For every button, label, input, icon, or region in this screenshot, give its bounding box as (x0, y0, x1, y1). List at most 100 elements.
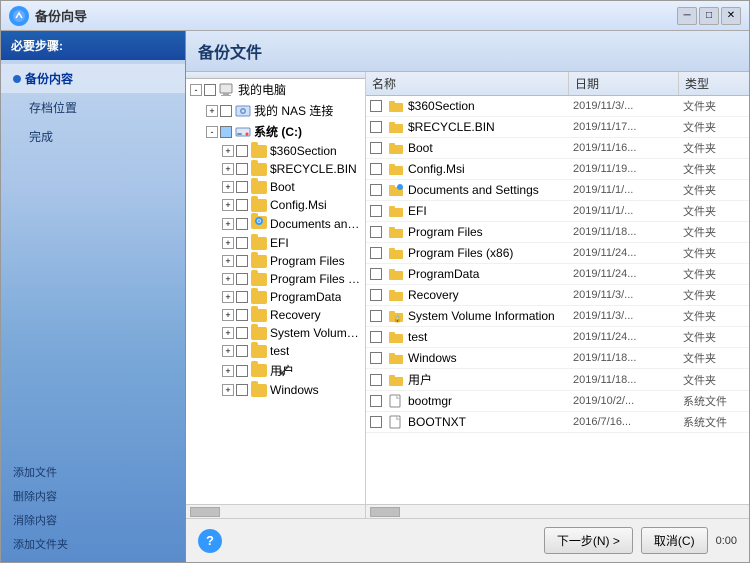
file-row-checkbox[interactable] (370, 289, 382, 301)
expand-program-files[interactable]: + (222, 255, 234, 267)
expand-system-c[interactable]: - (206, 126, 218, 138)
tree-item-config-msi[interactable]: + Config.Msi (186, 196, 365, 214)
minimize-button[interactable]: ─ (677, 7, 697, 25)
file-h-scroll[interactable] (366, 504, 749, 518)
expand-users[interactable]: + (222, 365, 234, 377)
checkbox-efi[interactable] (236, 237, 248, 249)
sidebar-item-storage-location[interactable]: 存档位置 (1, 93, 185, 122)
expand-nas[interactable]: + (206, 105, 218, 117)
checkbox-windows[interactable] (236, 384, 248, 396)
expand-program-files-x86[interactable]: + (222, 273, 234, 285)
file-list-row[interactable]: 🔒System Volume Information2019/11/3/...文… (366, 306, 749, 327)
file-list-row[interactable]: Program Files2019/11/18...文件夹 (366, 222, 749, 243)
file-list-row[interactable]: test2019/11/24...文件夹 (366, 327, 749, 348)
file-row-checkbox[interactable] (370, 163, 382, 175)
tree-item-programdata[interactable]: + ProgramData (186, 288, 365, 306)
file-row-checkbox[interactable] (370, 395, 382, 407)
expand-my-computer[interactable]: - (190, 84, 202, 96)
expand-windows[interactable]: + (222, 384, 234, 396)
tree-item-boot[interactable]: + Boot (186, 178, 365, 196)
tree-content[interactable]: - 我的电脑 (186, 79, 365, 504)
tree-item-documents[interactable]: + ⚙ Documents and Se... (186, 214, 365, 234)
checkbox-recovery[interactable] (236, 309, 248, 321)
tree-item-my-computer[interactable]: - 我的电脑 (186, 79, 365, 100)
checkbox-program-files[interactable] (236, 255, 248, 267)
checkbox-program-files-x86[interactable] (236, 273, 248, 285)
checkbox-boot[interactable] (236, 181, 248, 193)
checkbox-system-c[interactable] (220, 126, 232, 138)
file-row-checkbox[interactable] (370, 374, 382, 386)
checkbox-system-volume[interactable] (236, 327, 248, 339)
file-list-row[interactable]: Windows2019/11/18...文件夹 (366, 348, 749, 369)
maximize-button[interactable]: □ (699, 7, 719, 25)
next-button[interactable]: 下一步(N) > (544, 527, 633, 554)
file-row-checkbox[interactable] (370, 142, 382, 154)
file-row-checkbox[interactable] (370, 268, 382, 280)
file-row-checkbox[interactable] (370, 331, 382, 343)
file-row-checkbox[interactable] (370, 310, 382, 322)
sidebar-item-complete[interactable]: 完成 (1, 122, 185, 151)
file-list-row[interactable]: Program Files (x86)2019/11/24...文件夹 (366, 243, 749, 264)
file-list-row[interactable]: 用户2019/11/18...文件夹 (366, 369, 749, 391)
tree-item-nas[interactable]: + 我的 NAS 连接 (186, 100, 365, 121)
file-list-row[interactable]: $RECYCLE.BIN2019/11/17...文件夹 (366, 117, 749, 138)
tree-item-program-files-x86[interactable]: + Program Files (x86 (186, 270, 365, 288)
checkbox-360section[interactable] (236, 145, 248, 157)
file-row-checkbox[interactable] (370, 205, 382, 217)
tree-item-users[interactable]: + 用户 ↙ (186, 360, 365, 381)
col-name[interactable]: 名称 (366, 72, 569, 95)
sidebar-delete-content[interactable]: 删除内容 (9, 486, 177, 506)
expand-test[interactable]: + (222, 345, 234, 357)
checkbox-test[interactable] (236, 345, 248, 357)
tree-item-recovery[interactable]: + Recovery (186, 306, 365, 324)
tree-item-360section[interactable]: + $360Section (186, 142, 365, 160)
expand-system-volume[interactable]: + (222, 327, 234, 339)
checkbox-recycle[interactable] (236, 163, 248, 175)
file-list-content[interactable]: $360Section2019/11/3/...文件夹$RECYCLE.BIN2… (366, 96, 749, 504)
checkbox-users[interactable] (236, 365, 248, 377)
expand-config-msi[interactable]: + (222, 199, 234, 211)
col-date[interactable]: 日期 (569, 72, 679, 95)
file-list-row[interactable]: BOOTNXT2016/7/16...系统文件 (366, 412, 749, 433)
sidebar-add-files[interactable]: 添加文件 (9, 462, 177, 482)
file-list-row[interactable]: Documents and Settings2019/11/1/...文件夹 (366, 180, 749, 201)
expand-recycle[interactable]: + (222, 163, 234, 175)
expand-recovery[interactable]: + (222, 309, 234, 321)
file-list-row[interactable]: Boot2019/11/16...文件夹 (366, 138, 749, 159)
file-row-checkbox[interactable] (370, 121, 382, 133)
close-button[interactable]: ✕ (721, 7, 741, 25)
checkbox-my-computer[interactable] (204, 84, 216, 96)
sidebar-add-folder[interactable]: 添加文件夹 (9, 534, 177, 554)
checkbox-programdata[interactable] (236, 291, 248, 303)
checkbox-config-msi[interactable] (236, 199, 248, 211)
tree-item-efi[interactable]: + EFI (186, 234, 365, 252)
file-row-checkbox[interactable] (370, 352, 382, 364)
file-row-checkbox[interactable] (370, 100, 382, 112)
file-list-row[interactable]: EFI2019/11/1/...文件夹 (366, 201, 749, 222)
expand-documents[interactable]: + (222, 218, 234, 230)
expand-programdata[interactable]: + (222, 291, 234, 303)
checkbox-nas[interactable] (220, 105, 232, 117)
tree-h-scroll[interactable] (186, 504, 365, 518)
cancel-button[interactable]: 取消(C) (641, 527, 708, 554)
tree-item-program-files[interactable]: + Program Files (186, 252, 365, 270)
file-row-checkbox[interactable] (370, 247, 382, 259)
tree-item-system-c[interactable]: - 系统 (C:) (186, 121, 365, 142)
tree-item-test[interactable]: + test (186, 342, 365, 360)
file-row-checkbox[interactable] (370, 184, 382, 196)
file-list-row[interactable]: bootmgr2019/10/2/...系统文件 (366, 391, 749, 412)
tree-item-system-volume[interactable]: + System Volume Infor (186, 324, 365, 342)
file-list-row[interactable]: Recovery2019/11/3/...文件夹 (366, 285, 749, 306)
file-row-checkbox[interactable] (370, 416, 382, 428)
file-row-checkbox[interactable] (370, 226, 382, 238)
tree-item-recycle[interactable]: + $RECYCLE.BIN (186, 160, 365, 178)
expand-360section[interactable]: + (222, 145, 234, 157)
expand-efi[interactable]: + (222, 237, 234, 249)
file-list-row[interactable]: $360Section2019/11/3/...文件夹 (366, 96, 749, 117)
sidebar-item-backup-content[interactable]: 备份内容 (1, 64, 185, 93)
file-list-row[interactable]: ProgramData2019/11/24...文件夹 (366, 264, 749, 285)
expand-boot[interactable]: + (222, 181, 234, 193)
tree-item-windows[interactable]: + Windows (186, 381, 365, 399)
col-type[interactable]: 类型 (679, 72, 749, 95)
sidebar-clear-content[interactable]: 消除内容 (9, 510, 177, 530)
